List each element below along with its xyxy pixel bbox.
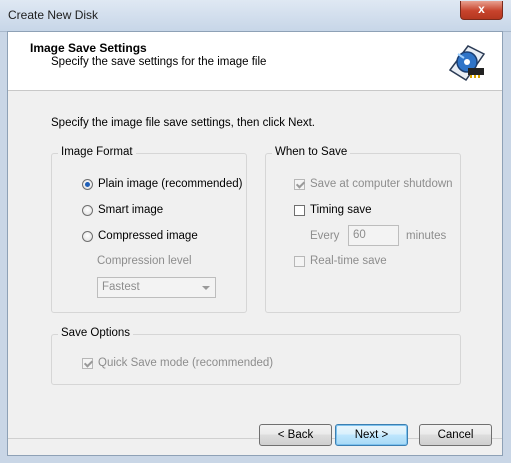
back-button[interactable]: < Back xyxy=(259,424,332,446)
compression-level-select[interactable]: Fastest xyxy=(97,277,216,298)
checkbox-checked-icon xyxy=(294,178,305,190)
every-label: Every xyxy=(310,230,340,242)
timing-save-checkbox[interactable]: Timing save xyxy=(294,204,372,216)
save-at-shutdown-checkbox[interactable]: Save at computer shutdown xyxy=(294,178,453,190)
realtime-save-label: Real-time save xyxy=(310,255,387,267)
when-to-save-group: When to Save Save at computer shutdown T… xyxy=(265,146,461,313)
radio-checked-icon xyxy=(82,178,93,190)
timing-interval-value: 60 xyxy=(353,229,366,241)
close-button[interactable]: x xyxy=(460,1,503,20)
disk-image-logo-icon xyxy=(448,45,486,82)
next-button[interactable]: Next > xyxy=(335,424,408,446)
chevron-down-icon xyxy=(202,286,210,290)
checkbox-icon xyxy=(294,255,305,267)
compressed-image-radio[interactable]: Compressed image xyxy=(82,230,198,242)
quick-save-checkbox[interactable]: Quick Save mode (recommended) xyxy=(82,357,273,369)
timing-interval-input[interactable]: 60 xyxy=(348,225,399,246)
plain-image-radio[interactable]: Plain image (recommended) xyxy=(82,178,242,190)
wizard-header: Image Save Settings Specify the save set… xyxy=(8,32,502,91)
timing-save-label: Timing save xyxy=(310,204,372,216)
smart-image-label: Smart image xyxy=(98,204,164,216)
close-icon: x xyxy=(478,2,485,16)
image-format-label: Image Format xyxy=(58,146,136,158)
window-title: Create New Disk xyxy=(8,8,99,22)
cancel-button[interactable]: Cancel xyxy=(419,424,492,446)
compression-level-value: Fastest xyxy=(102,281,140,293)
checkbox-icon xyxy=(294,204,305,216)
radio-icon xyxy=(82,204,93,216)
instruction-text: Specify the image file save settings, th… xyxy=(51,117,315,129)
smart-image-radio[interactable]: Smart image xyxy=(82,204,163,216)
save-at-shutdown-label: Save at computer shutdown xyxy=(310,178,453,190)
save-options-label: Save Options xyxy=(58,327,134,339)
quick-save-label: Quick Save mode (recommended) xyxy=(98,357,274,369)
save-options-group: Save Options Quick Save mode (recommende… xyxy=(51,327,461,385)
compression-level-label: Compression level xyxy=(97,255,192,267)
title-bar: Create New Disk x xyxy=(0,0,511,32)
plain-image-label: Plain image (recommended) xyxy=(98,178,243,190)
realtime-save-checkbox[interactable]: Real-time save xyxy=(294,255,387,267)
when-to-save-label: When to Save xyxy=(272,146,351,158)
dialog-body: Image Save Settings Specify the save set… xyxy=(7,31,503,456)
page-subtitle: Specify the save settings for the image … xyxy=(51,56,267,68)
radio-icon xyxy=(82,230,93,242)
checkbox-checked-icon xyxy=(82,357,93,369)
page-title: Image Save Settings xyxy=(30,41,147,55)
image-format-group: Image Format Plain image (recommended) S… xyxy=(51,146,247,313)
minutes-label: minutes xyxy=(406,230,447,242)
compressed-image-label: Compressed image xyxy=(98,230,198,242)
